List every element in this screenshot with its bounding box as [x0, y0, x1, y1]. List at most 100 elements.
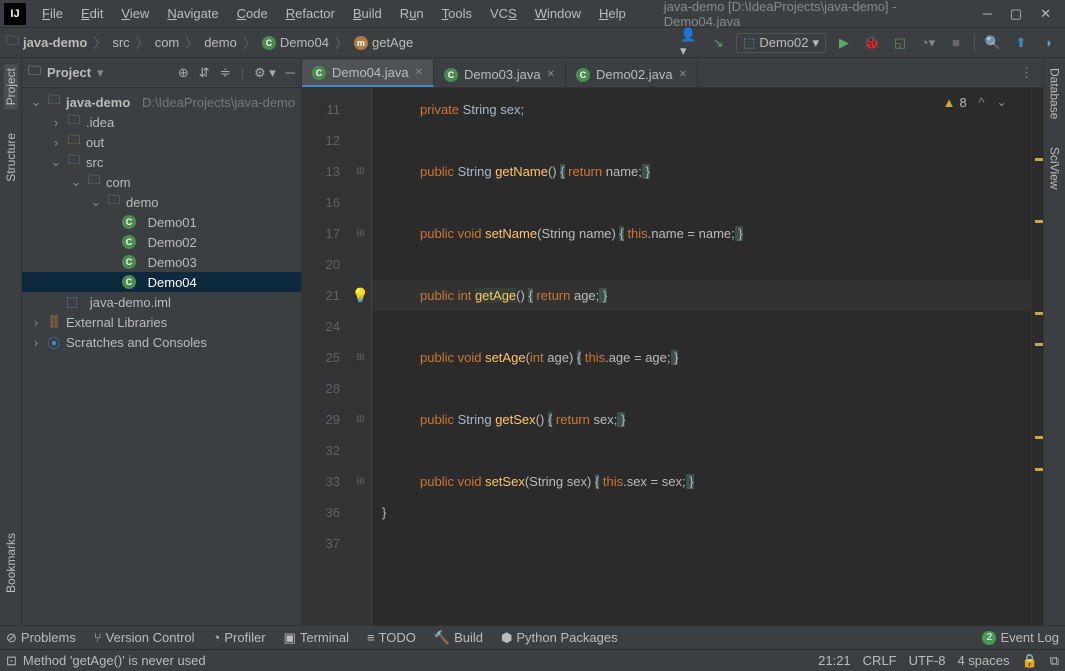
bc-method[interactable]: mgetAge	[354, 35, 413, 50]
menubar: File Edit View Navigate Code Refactor Bu…	[30, 4, 634, 23]
search-icon[interactable]: 🔍	[983, 33, 1003, 53]
editor-area: CDemo04.java✕ CDemo03.java✕ CDemo02.java…	[302, 58, 1043, 625]
build-icon[interactable]: ↘	[708, 33, 728, 53]
tree-idea[interactable]: ›🗀.idea	[22, 112, 301, 132]
maximize-icon[interactable]: ▢	[1010, 6, 1022, 22]
bc-class[interactable]: CDemo04	[262, 35, 329, 50]
intention-bulb-icon[interactable]: 💡	[352, 287, 369, 304]
tree-src[interactable]: ⌄🗀src	[22, 152, 301, 172]
menu-view[interactable]: View	[113, 4, 157, 23]
select-opened-icon[interactable]: ⊕	[178, 65, 189, 81]
tree-com[interactable]: ⌄🗀com	[22, 172, 301, 192]
menu-tools[interactable]: Tools	[434, 4, 480, 23]
tool-sciview[interactable]: SciView	[1048, 143, 1062, 193]
tree-scratches[interactable]: ›⦿Scratches and Consoles	[22, 332, 301, 352]
tool-profiler[interactable]: ◔Profiler	[213, 630, 266, 645]
toolwindow-toggle-icon[interactable]: ⊡	[6, 653, 17, 669]
menu-help[interactable]: Help	[591, 4, 634, 23]
error-stripe[interactable]	[1031, 88, 1043, 625]
menu-run[interactable]: Run	[392, 4, 432, 23]
bc-demo[interactable]: demo	[204, 35, 237, 50]
tree-out[interactable]: ›🗀out	[22, 132, 301, 152]
menu-refactor[interactable]: Refactor	[278, 4, 343, 23]
breadcrumb: 🗀java-demo〉 src〉 com〉 demo〉 CDemo04〉 mge…	[6, 32, 680, 54]
tree-iml[interactable]: ⬚ java-demo.iml	[22, 292, 301, 312]
tool-todo[interactable]: ≡TODO	[367, 630, 416, 645]
tool-terminal[interactable]: ▣Terminal	[284, 630, 349, 646]
tab-close-icon[interactable]: ✕	[547, 69, 555, 80]
menu-file[interactable]: File	[34, 4, 71, 23]
tree-demo02[interactable]: C Demo02	[22, 232, 301, 252]
tree-demo[interactable]: ⌄🗀demo	[22, 192, 301, 212]
status-bar: ⊡ Method 'getAge()' is never used 21:21 …	[0, 649, 1065, 671]
memory-indicator-icon[interactable]: ⧉	[1050, 653, 1059, 669]
run-config-selector[interactable]: ⬚Demo02▾	[736, 33, 826, 53]
bc-project[interactable]: 🗀java-demo	[6, 32, 87, 54]
menu-code[interactable]: Code	[229, 4, 276, 23]
tool-project[interactable]: Project	[4, 64, 18, 109]
toolbar-actions: 👤▾ ↘ ⬚Demo02▾ ▶ 🐞 ◱ ◔▾ ■ 🔍 ⬆ ◗	[680, 33, 1059, 53]
status-caret-pos[interactable]: 21:21	[818, 653, 851, 668]
project-panel-header: 🗀 Project ▾ ⊕ ⇵ ≑ | ⚙ ▾ ─	[22, 58, 301, 88]
menu-build[interactable]: Build	[345, 4, 390, 23]
collapse-all-icon[interactable]: ≑	[220, 65, 231, 81]
editor-tabs: CDemo04.java✕ CDemo03.java✕ CDemo02.java…	[302, 58, 1043, 88]
code-editor[interactable]: 111213161720212425282932333637 ⊞⊞💡⊞⊞⊞ ▲8…	[302, 88, 1043, 625]
tab-demo03[interactable]: CDemo03.java✕	[434, 62, 566, 87]
tree-demo01[interactable]: C Demo01	[22, 212, 301, 232]
update-icon[interactable]: ⬆	[1011, 33, 1031, 53]
hide-panel-icon[interactable]: ─	[286, 65, 295, 81]
bc-src[interactable]: src	[112, 35, 129, 50]
tool-vcs[interactable]: ⑂Version Control	[94, 630, 195, 645]
ide-features-icon[interactable]: ◗	[1039, 33, 1059, 53]
tab-demo02[interactable]: CDemo02.java✕	[566, 62, 698, 87]
expand-all-icon[interactable]: ⇵	[199, 65, 210, 81]
titlebar: IJ File Edit View Navigate Code Refactor…	[0, 0, 1065, 28]
project-view-icon: 🗀	[28, 62, 41, 84]
profile-icon[interactable]: ◔▾	[918, 33, 938, 53]
left-tool-strip: Project Structure Bookmarks	[0, 58, 22, 625]
menu-vcs[interactable]: VCS	[482, 4, 525, 23]
bc-com[interactable]: com	[155, 35, 180, 50]
status-encoding[interactable]: UTF-8	[909, 653, 946, 668]
navigation-bar: 🗀java-demo〉 src〉 com〉 demo〉 CDemo04〉 mge…	[0, 28, 1065, 58]
tool-problems[interactable]: ⊘Problems	[6, 630, 76, 646]
debug-icon[interactable]: 🐞	[862, 33, 882, 53]
tool-bookmarks[interactable]: Bookmarks	[4, 529, 18, 597]
menu-navigate[interactable]: Navigate	[159, 4, 226, 23]
tool-structure[interactable]: Structure	[4, 129, 18, 186]
tree-external-libs[interactable]: ›⫿⫿External Libraries	[22, 312, 301, 332]
fold-gutter: ⊞⊞💡⊞⊞⊞	[350, 88, 372, 625]
bottom-tool-bar: ⊘Problems ⑂Version Control ◔Profiler ▣Te…	[0, 625, 1065, 649]
gear-icon[interactable]: ⚙ ▾	[254, 65, 276, 81]
coverage-icon[interactable]: ◱	[890, 33, 910, 53]
editor-more-icon[interactable]: ⋮	[1010, 59, 1043, 87]
tab-demo04[interactable]: CDemo04.java✕	[302, 60, 434, 87]
tool-eventlog[interactable]: 2Event Log	[982, 630, 1059, 645]
tree-demo03[interactable]: C Demo03	[22, 252, 301, 272]
tab-close-icon[interactable]: ✕	[679, 69, 687, 80]
status-line-separator[interactable]: CRLF	[863, 653, 897, 668]
project-panel: 🗀 Project ▾ ⊕ ⇵ ≑ | ⚙ ▾ ─ ⌄🗀java-demo D:…	[22, 58, 302, 625]
window-title: java-demo [D:\IdeaProjects\java-demo] - …	[634, 0, 969, 29]
menu-window[interactable]: Window	[527, 4, 589, 23]
status-indent[interactable]: 4 spaces	[957, 653, 1009, 668]
stop-icon[interactable]: ■	[946, 33, 966, 53]
code-content[interactable]: ▲8 ^ ⌄ private String sex; public String…	[372, 88, 1031, 625]
status-message: Method 'getAge()' is never used	[23, 653, 206, 668]
tree-demo04[interactable]: C Demo04	[22, 272, 301, 292]
tree-root[interactable]: ⌄🗀java-demo D:\IdeaProjects\java-demo	[22, 92, 301, 112]
tab-close-icon[interactable]: ✕	[415, 67, 423, 78]
right-tool-strip: Database SciView	[1043, 58, 1065, 625]
menu-edit[interactable]: Edit	[73, 4, 111, 23]
tool-build[interactable]: 🔨Build	[434, 630, 483, 646]
tool-database[interactable]: Database	[1048, 64, 1062, 123]
problems-indicator[interactable]: ▲8 ^ ⌄	[939, 94, 1011, 110]
minimize-icon[interactable]: ─	[983, 6, 992, 22]
project-panel-title[interactable]: 🗀 Project ▾	[28, 62, 178, 84]
user-icon[interactable]: 👤▾	[680, 33, 700, 53]
readonly-lock-icon[interactable]: 🔒	[1022, 653, 1038, 669]
close-icon[interactable]: ✕	[1040, 6, 1051, 22]
tool-python[interactable]: ⬢Python Packages	[501, 630, 618, 646]
run-icon[interactable]: ▶	[834, 33, 854, 53]
